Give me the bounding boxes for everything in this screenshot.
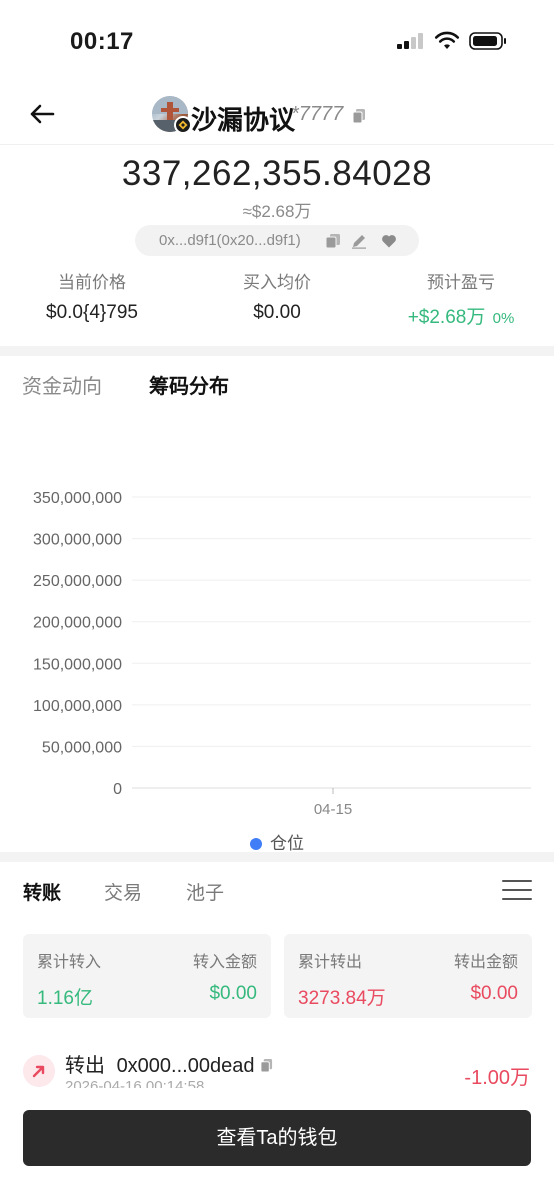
stat-label: 当前价格	[58, 273, 126, 292]
token-name: 沙漏协议	[191, 105, 296, 135]
card-value: $0.00	[209, 983, 257, 1004]
tab-transfer[interactable]: 转账	[23, 878, 61, 905]
card-transfer-in: 累计转入 转入金额 1.16亿 $0.00	[23, 934, 271, 1018]
view-wallet-button[interactable]: 查看Ta的钱包	[23, 1110, 531, 1166]
address-pill[interactable]: 0x...d9f1(0x20...d9f1)	[135, 225, 419, 256]
stat-estimated-pnl: 预计盈亏 +$2.68万 0%	[386, 268, 536, 329]
transaction-row[interactable]: 转出 0x000...00dead 2026-04-16 00:14:58 -1…	[0, 1040, 554, 1088]
menu-icon[interactable]	[502, 880, 532, 904]
address-text: 0x...d9f1(0x20...d9f1)	[159, 232, 301, 249]
transfer-out-icon	[23, 1055, 55, 1087]
stat-avg-buy-price: 买入均价 $0.00	[202, 268, 352, 324]
card-label: 累计转入	[37, 954, 102, 971]
chart-tabs: 资金动向 筹码分布	[0, 370, 554, 404]
tab-fund-flow[interactable]: 资金动向	[22, 370, 102, 399]
transaction-type: 转出	[65, 1055, 105, 1077]
copy-icon[interactable]	[260, 1058, 273, 1073]
activity-tabs: 转账 交易 池子	[0, 878, 554, 908]
y-tick-label: 300,000,000	[33, 532, 122, 549]
legend-dot	[250, 838, 262, 850]
chart-legend: 仓位	[0, 829, 554, 854]
tab-trade[interactable]: 交易	[104, 878, 142, 905]
card-label: 转出金额	[453, 954, 518, 971]
edit-icon[interactable]	[351, 233, 367, 249]
back-button[interactable]	[26, 98, 58, 130]
arrow-left-icon	[30, 104, 55, 124]
card-value: $0.00	[470, 983, 518, 1004]
tab-pool[interactable]: 池子	[186, 878, 224, 905]
stats-row: 当前价格 $0.0{4}795 买入均价 $0.00 预计盈亏 +$2.68万 …	[0, 268, 554, 328]
copy-icon[interactable]	[352, 108, 366, 124]
status-time: 00:17	[70, 28, 134, 55]
card-transfer-out: 累计转出 转出金额 3273.84万 $0.00	[284, 934, 532, 1018]
chain-badge-icon	[174, 116, 192, 134]
token-address-suffix: *7777	[291, 103, 344, 125]
card-value: 3273.84万	[298, 988, 386, 1009]
pnl-percent: 0%	[492, 310, 515, 327]
card-label: 转入金额	[192, 954, 257, 971]
transaction-time: 2026-04-16 00:14:58	[65, 1078, 205, 1088]
balance-amount: 337,262,355.84028	[121, 154, 433, 193]
y-tick-label: 50,000,000	[42, 739, 122, 756]
card-label: 累计转出	[298, 954, 363, 971]
stat-value: +$2.68万 0%	[386, 302, 536, 329]
stat-current-price: 当前价格 $0.0{4}795	[17, 268, 167, 324]
y-tick-label: 100,000,000	[33, 698, 122, 715]
stat-label: 买入均价	[243, 273, 311, 292]
wifi-icon	[434, 31, 460, 49]
heart-icon[interactable]	[381, 233, 397, 249]
y-tick-label: 150,000,000	[33, 656, 122, 673]
stat-value: $0.00	[253, 302, 301, 323]
transaction-address: 0x000...00dead	[116, 1055, 255, 1077]
header: 沙漏协议 *7777	[0, 88, 554, 144]
stat-value: $0.0{4}795	[46, 302, 138, 323]
x-tick-label: 04-15	[314, 801, 352, 818]
position-chart: 0 50,000,000 100,000,000 150,000,000 200,000…	[0, 480, 554, 850]
y-tick-label: 0	[113, 781, 122, 798]
stat-label: 预计盈亏	[427, 273, 495, 292]
y-tick-label: 200,000,000	[33, 615, 122, 632]
transaction-title: 转出 0x000...00dead	[65, 1049, 273, 1078]
signal-icon	[397, 33, 423, 49]
card-value: 1.16亿	[37, 988, 93, 1009]
chart-svg: 0 50,000,000 100,000,000 150,000,000 200,000…	[33, 490, 531, 818]
y-tick-label: 250,000,000	[33, 573, 122, 590]
balance-usd: ≈$2.68万	[242, 202, 312, 221]
battery-icon	[469, 32, 506, 50]
section-gap	[0, 852, 554, 862]
tab-chip-distribution[interactable]: 筹码分布	[149, 370, 229, 399]
header-divider	[0, 144, 554, 145]
transaction-amount: -1.00万	[464, 1067, 530, 1088]
pnl-value: +$2.68万	[407, 307, 486, 328]
legend-label: 仓位	[270, 834, 304, 853]
section-gap	[0, 346, 554, 356]
status-bar: 00:17	[0, 0, 554, 80]
copy-icon[interactable]	[325, 233, 341, 249]
y-tick-label: 350,000,000	[33, 490, 122, 507]
